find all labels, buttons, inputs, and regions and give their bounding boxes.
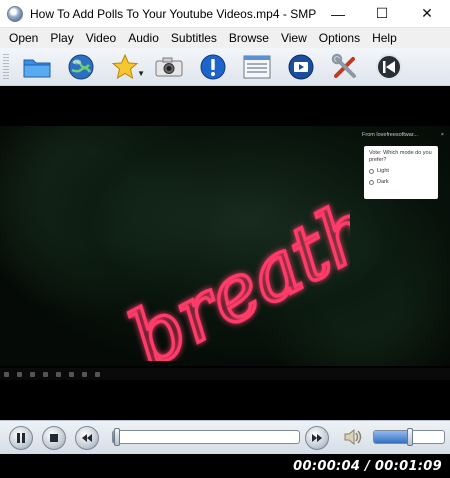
maximize-button[interactable]: ☐ <box>360 0 404 28</box>
radio-icon[interactable] <box>369 168 374 174</box>
neon-sign-image: breathe <box>114 171 350 361</box>
menu-play[interactable]: Play <box>44 28 79 48</box>
menu-view[interactable]: View <box>275 28 313 48</box>
title-bar: How To Add Polls To Your Youtube Videos.… <box>0 0 450 28</box>
video-settings-icon <box>288 54 314 79</box>
mute-button[interactable] <box>342 426 364 451</box>
poll-option-light[interactable]: Light <box>369 168 433 174</box>
menu-help[interactable]: Help <box>366 28 403 48</box>
volume-fill <box>374 431 411 443</box>
poll-header: From lovefreesoftwar... × <box>362 129 444 141</box>
screenshot-button[interactable] <box>147 50 191 84</box>
taskbar-icon <box>4 371 9 377</box>
taskbar-icon <box>43 371 48 377</box>
minimize-button[interactable]: — <box>316 0 360 28</box>
taskbar-icon <box>30 371 35 377</box>
menu-video[interactable]: Video <box>80 28 122 48</box>
favorites-button[interactable]: ▼ <box>103 50 147 84</box>
seek-handle[interactable] <box>113 428 120 446</box>
poll-option-label: Dark <box>377 179 389 185</box>
rewind-icon <box>82 433 92 442</box>
smplayer-app-icon <box>7 5 23 22</box>
info-button[interactable] <box>191 50 235 84</box>
screenshot-camera-icon <box>155 57 183 76</box>
taskbar-icon <box>17 371 22 377</box>
time-display: 00:00:04 / 00:01:09 <box>293 458 442 474</box>
open-url-button[interactable] <box>59 50 103 84</box>
preferences-button[interactable] <box>323 50 367 84</box>
playlist-icon <box>243 55 271 78</box>
menu-open[interactable]: Open <box>3 28 44 48</box>
rewind-button[interactable] <box>75 425 99 450</box>
status-bar: 00:00:04 / 00:01:09 <box>0 454 450 478</box>
menu-options[interactable]: Options <box>313 28 366 48</box>
forward-button[interactable] <box>305 426 329 450</box>
open-folder-button[interactable] <box>15 50 59 84</box>
taskbar-icon <box>56 371 61 377</box>
open-folder-icon <box>23 59 51 77</box>
fast-forward-icon <box>312 434 322 442</box>
speaker-icon <box>344 428 362 446</box>
poll-option-label: Light <box>377 168 389 174</box>
video-settings-button[interactable] <box>279 50 323 84</box>
playlist-button[interactable] <box>235 50 279 84</box>
seek-bar[interactable] <box>112 428 300 446</box>
globe-icon <box>68 54 94 79</box>
volume-slider[interactable] <box>373 428 445 446</box>
poll-card: Vote: Which mode do you prefer? Light Da… <box>364 146 438 199</box>
taskbar-icon <box>69 371 74 377</box>
info-icon <box>200 54 226 79</box>
stop-button[interactable] <box>42 425 66 450</box>
exit-fullscreen-button[interactable] <box>367 50 411 84</box>
favorites-star-icon <box>111 53 139 79</box>
menu-audio[interactable]: Audio <box>122 28 165 48</box>
close-icon[interactable]: × <box>441 132 444 138</box>
taskbar-icon <box>95 371 100 377</box>
pause-icon <box>17 432 25 443</box>
toolbar-grip[interactable] <box>3 53 9 80</box>
chevron-down-icon[interactable]: ▼ <box>137 69 145 78</box>
pause-button[interactable] <box>9 425 33 450</box>
radio-icon[interactable] <box>369 179 374 185</box>
close-button[interactable]: ✕ <box>404 0 450 28</box>
menu-bar: Open Play Video Audio Subtitles Browse V… <box>0 28 450 48</box>
poll-question: Vote: Which mode do you prefer? <box>369 150 432 163</box>
video-area[interactable]: breathe From lovefreesoftwar... × Vote: … <box>0 86 450 420</box>
menu-browse[interactable]: Browse <box>223 28 275 48</box>
volume-handle[interactable] <box>407 428 414 446</box>
tools-preferences-icon <box>331 53 356 78</box>
poll-option-dark[interactable]: Dark <box>369 179 433 185</box>
menu-subtitles[interactable]: Subtitles <box>165 28 223 48</box>
neon-text: breathe <box>116 171 350 361</box>
poll-source: From lovefreesoftwar... <box>362 132 418 138</box>
taskbar-icon <box>82 371 87 377</box>
toolbar: ▼ <box>0 48 450 86</box>
stop-icon <box>50 433 58 442</box>
embedded-taskbar <box>0 368 450 380</box>
exit-fullscreen-icon <box>376 53 402 80</box>
window-title: How To Add Polls To Your Youtube Videos.… <box>30 6 316 21</box>
